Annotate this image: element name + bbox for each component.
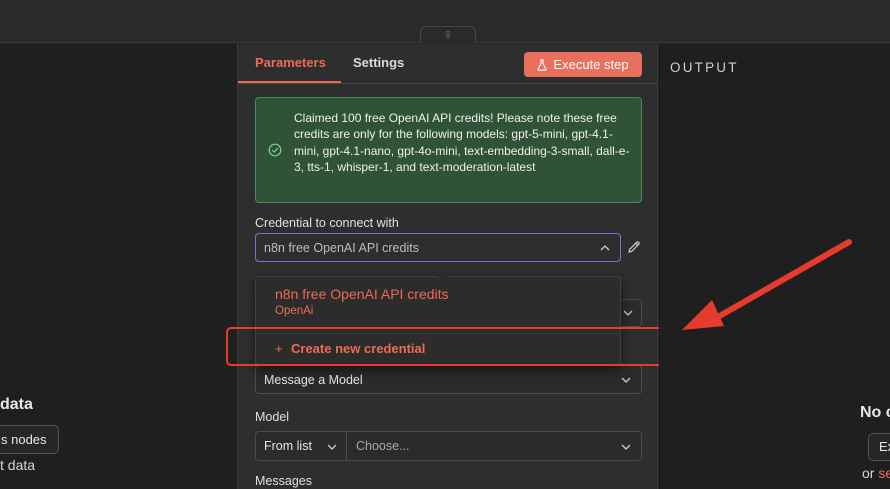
model-select-placeholder: Choose... xyxy=(356,439,410,453)
output-or-text: or se xyxy=(862,465,890,481)
chevron-down-icon xyxy=(621,444,631,450)
node-parameters-panel: Parameters Settings Execute step Claimed… xyxy=(237,44,658,489)
credits-notice: Claimed 100 free OpenAI API credits! Ple… xyxy=(255,97,642,203)
credential-label: Credential to connect with xyxy=(255,216,399,230)
operation-select-value: Message a Model xyxy=(264,373,363,387)
tab-parameters[interactable]: Parameters xyxy=(238,55,341,83)
output-execute-button[interactable]: Ex xyxy=(868,433,890,461)
chevron-down-icon xyxy=(327,444,337,450)
chevron-up-icon xyxy=(600,245,610,251)
chevron-down-icon xyxy=(621,377,631,383)
input-panel: data s nodes t data xyxy=(0,44,237,489)
credential-select[interactable]: n8n free OpenAI API credits xyxy=(255,233,621,262)
operation-select[interactable]: Message a Model xyxy=(255,365,642,394)
credential-select-value: n8n free OpenAI API credits xyxy=(264,241,419,255)
check-circle-icon xyxy=(268,143,282,157)
messages-label: Messages xyxy=(255,474,312,488)
input-panel-text: t data xyxy=(0,457,36,473)
chevron-down-icon xyxy=(623,310,633,316)
dropdown-caret xyxy=(436,270,450,277)
panel-drag-handle[interactable]: ⦙⦙ xyxy=(420,26,476,44)
model-select[interactable]: Choose... xyxy=(346,431,642,461)
input-panel-button[interactable]: s nodes xyxy=(0,425,59,454)
execute-step-label: Execute step xyxy=(553,57,629,72)
output-title: OUTPUT xyxy=(670,60,739,75)
pencil-icon[interactable] xyxy=(627,240,641,254)
tab-bar: Parameters Settings Execute step xyxy=(238,44,657,84)
annotation-highlight-box xyxy=(226,327,663,366)
input-panel-title: data xyxy=(0,396,33,413)
model-mode-value: From list xyxy=(264,439,312,453)
execute-step-button[interactable]: Execute step xyxy=(524,52,642,77)
tab-settings[interactable]: Settings xyxy=(353,55,404,70)
model-label: Model xyxy=(255,410,290,424)
output-panel: OUTPUT No c Ex or se xyxy=(659,44,890,489)
model-mode-select[interactable]: From list xyxy=(255,431,347,461)
flask-icon xyxy=(537,58,548,71)
output-empty-heading: No c xyxy=(860,404,890,421)
output-or-prefix: or xyxy=(862,465,879,481)
credential-option-subtitle: OpenAi xyxy=(275,305,314,317)
notice-text: Claimed 100 free OpenAI API credits! Ple… xyxy=(294,111,630,175)
credential-option-title[interactable]: n8n free OpenAI API credits xyxy=(275,286,449,302)
output-or-link[interactable]: se xyxy=(878,465,890,481)
